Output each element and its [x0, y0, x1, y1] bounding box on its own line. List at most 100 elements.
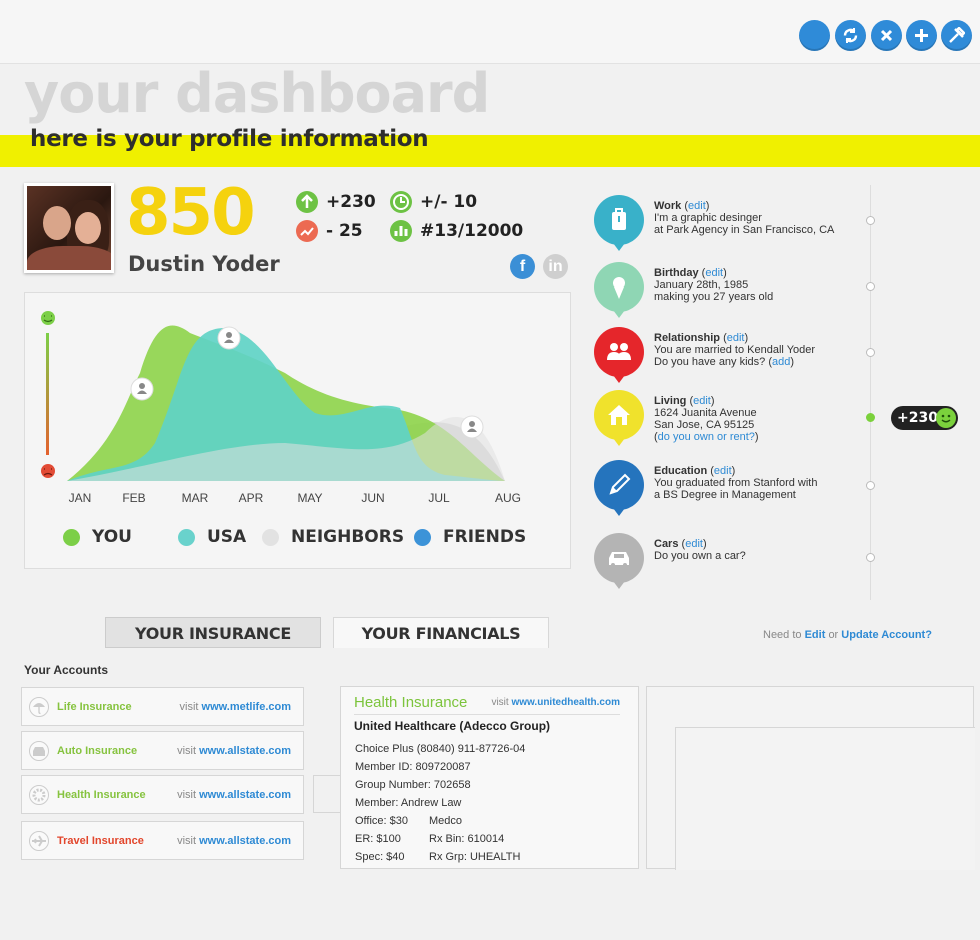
update-account-link[interactable]: Update Account? — [841, 629, 932, 641]
blank-button[interactable] — [799, 20, 830, 51]
legend-neighbors: NEIGHBORS — [262, 527, 404, 547]
clock-icon — [390, 191, 412, 213]
happy-face-icon — [41, 311, 55, 325]
tools-button[interactable] — [941, 20, 972, 51]
timeline-dot[interactable] — [866, 553, 875, 562]
detail-title: Health Insurance — [354, 694, 468, 711]
page-title: your dashboard — [24, 62, 490, 125]
detail-line: Group Number: 702658 — [355, 779, 471, 791]
detail-line: Medco — [429, 815, 463, 827]
refresh-icon — [843, 28, 858, 43]
facebook-icon[interactable]: f — [510, 254, 535, 279]
visit-link[interactable]: www.unitedhealth.com — [511, 697, 620, 708]
avatar[interactable] — [24, 183, 114, 273]
visit-link[interactable]: www.metlife.com — [202, 701, 291, 713]
refresh-button[interactable] — [835, 20, 866, 51]
car-icon — [29, 741, 49, 761]
x-tick-label: AUG — [495, 491, 521, 505]
score-change-badge: +230 — [891, 406, 958, 430]
insurance-detail-panel: Health Insurance visit www.unitedhealth.… — [340, 686, 639, 869]
edit-link[interactable]: edit — [727, 332, 745, 344]
secondary-panel — [646, 686, 975, 870]
own-or-rent-link[interactable]: do you own or rent? — [658, 431, 755, 443]
pencil-icon — [594, 460, 644, 516]
legend-friends: FRIENDS — [414, 527, 526, 547]
detail-line: Member: Andrew Law — [355, 797, 462, 809]
edit-link[interactable]: edit — [714, 465, 732, 477]
user-name: Dustin Yoder — [128, 252, 280, 276]
visit-link[interactable]: www.allstate.com — [199, 835, 291, 847]
linkedin-icon[interactable]: in — [543, 254, 568, 279]
tab-your-insurance[interactable]: YOUR INSURANCE — [105, 617, 321, 648]
timeline-line — [870, 185, 871, 600]
smiley-icon — [936, 408, 956, 428]
account-auto-insurance[interactable]: Auto Insurance visit www.allstate.com — [21, 731, 304, 770]
edit-link[interactable]: edit — [688, 200, 706, 212]
add-kids-link[interactable]: add — [772, 356, 790, 368]
timeline-dot[interactable] — [866, 481, 875, 490]
add-icon — [915, 29, 928, 42]
x-tick-label: JUN — [361, 491, 384, 505]
user-marker[interactable] — [460, 415, 484, 439]
mood-scale — [46, 333, 49, 455]
score: 850 — [126, 176, 256, 250]
legend-usa: USA — [178, 527, 246, 547]
detail-line: Choice Plus (80840) 911-87726-04 — [355, 743, 526, 755]
sad-face-icon — [41, 464, 55, 478]
x-tick-label: APR — [239, 491, 264, 505]
visit-link[interactable]: www.allstate.com — [199, 789, 291, 801]
umbrella-icon — [29, 697, 49, 717]
bar-chart-icon — [390, 220, 412, 242]
ice-cream-icon — [594, 262, 644, 318]
add-button[interactable] — [906, 20, 937, 51]
trend-icon — [296, 220, 318, 242]
top-toolbar — [0, 0, 980, 64]
edit-link[interactable]: edit — [685, 538, 703, 550]
timeline-dot[interactable] — [866, 282, 875, 291]
visit-link[interactable]: www.allstate.com — [199, 745, 291, 757]
detail-line: Member ID: 809720087 — [355, 761, 471, 773]
timeline-dot-active[interactable] — [866, 413, 875, 422]
stat-drop: - 25 — [296, 219, 363, 243]
x-tick-label: JUL — [428, 491, 450, 505]
tools-icon — [949, 27, 965, 43]
detail-line: Office: $30 — [355, 815, 408, 827]
accounts-title: Your Accounts — [24, 663, 109, 677]
x-tick-label: MAR — [182, 491, 209, 505]
couple-icon — [594, 327, 644, 383]
x-tick-label: JAN — [69, 491, 92, 505]
page-subtitle: here is your profile information — [30, 126, 429, 152]
stat-variance: +/- 10 — [390, 190, 477, 214]
timeline-dot[interactable] — [866, 348, 875, 357]
account-health-insurance[interactable]: Health Insurance visit www.allstate.com — [21, 775, 304, 814]
close-button[interactable] — [871, 20, 902, 51]
account-life-insurance[interactable]: Life Insurance visit www.metlife.com — [21, 687, 304, 726]
stat-rank: #13/12000 — [390, 219, 523, 243]
edit-link[interactable]: edit — [705, 267, 723, 279]
detail-company: United Healthcare (Adecco Group) — [354, 719, 551, 733]
panel-connector — [313, 775, 341, 813]
legend-you: YOU — [63, 527, 132, 547]
x-tick-label: MAY — [297, 491, 322, 505]
detail-line: Rx Grp: UHEALTH — [429, 851, 521, 863]
x-tick-label: FEB — [122, 491, 145, 505]
arrow-up-icon — [296, 191, 318, 213]
detail-line: Rx Bin: 610014 — [429, 833, 505, 845]
edit-account-link[interactable]: Edit — [805, 629, 826, 641]
account-help-text: Need to Edit or Update Account? — [763, 629, 932, 641]
account-travel-insurance[interactable]: Travel Insurance visit www.allstate.com — [21, 821, 304, 860]
timeline-dot[interactable] — [866, 216, 875, 225]
house-icon — [594, 390, 644, 446]
plane-icon — [29, 831, 49, 851]
tab-your-financials[interactable]: YOUR FINANCIALS — [333, 617, 549, 648]
user-marker[interactable] — [217, 326, 241, 350]
briefcase-icon — [594, 195, 644, 251]
edit-link[interactable]: edit — [693, 395, 711, 407]
close-icon — [880, 29, 893, 42]
detail-line: ER: $100 — [355, 833, 401, 845]
detail-line: Spec: $40 — [355, 851, 405, 863]
car-icon — [594, 533, 644, 589]
user-marker[interactable] — [130, 377, 154, 401]
gear-icon — [29, 785, 49, 805]
stat-change: +230 — [296, 190, 376, 214]
